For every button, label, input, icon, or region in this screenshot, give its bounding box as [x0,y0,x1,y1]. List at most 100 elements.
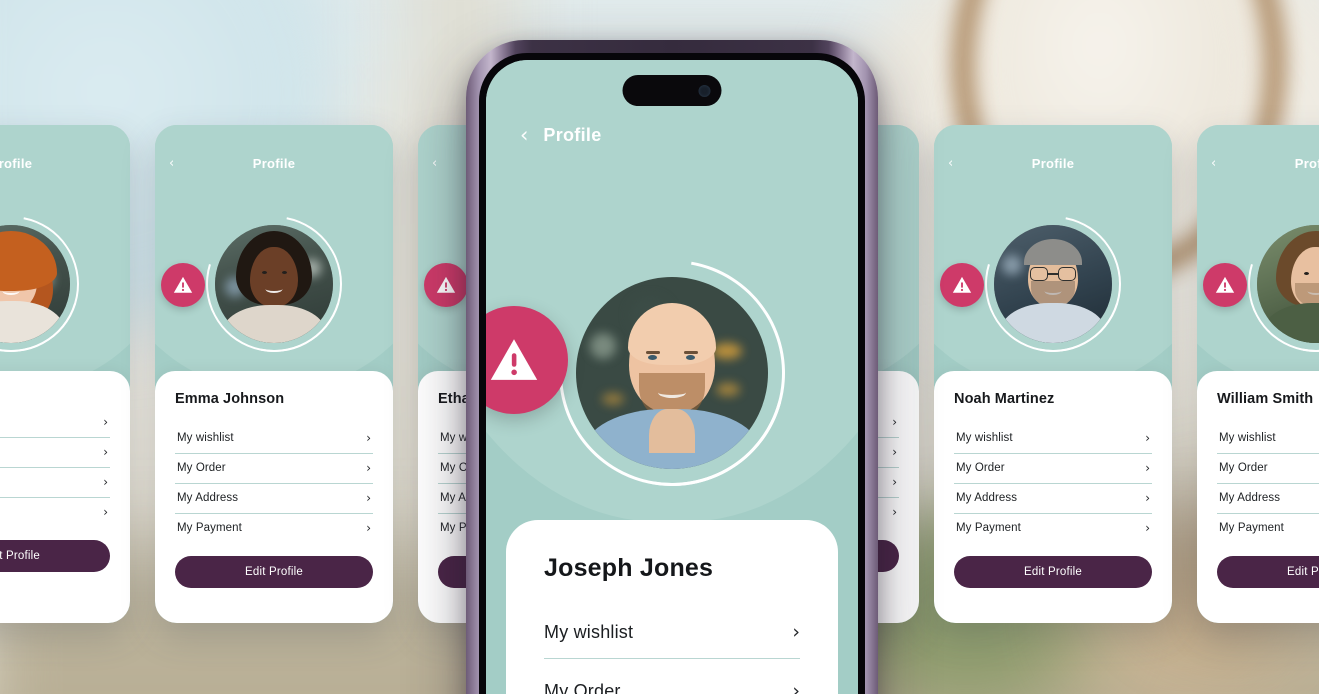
menu-label: My wishlist [1219,432,1276,444]
card-title: Profile [1294,155,1319,171]
profile-card[interactable]: ‹ Profile [1197,125,1319,623]
list-item[interactable]: My Address › [1217,484,1319,514]
menu-list: My wishlist › My Order › My Address › My… [1217,424,1319,543]
profile-name: William Smith [1217,391,1314,407]
chevron-right-icon: › [1145,461,1150,475]
card-nav-bar: ‹ Profile [0,143,130,183]
phone-mockup: ‹ Profile Joseph Jones My wishlist › My … [466,40,878,694]
list-item[interactable]: My wishlist › [1217,424,1319,454]
chevron-right-icon: › [792,621,800,643]
profile-name: Noah Martinez [954,391,1055,407]
chevron-right-icon: › [892,445,897,459]
menu-list: My wishlist › My Order › My Address › My… [0,408,110,527]
card-title: Profile [252,155,296,171]
chevron-right-icon: › [892,415,897,429]
menu-list: My wishlist › My Order › My Address › My… [954,424,1152,543]
list-item[interactable]: My wishlist › [544,616,800,659]
list-item[interactable]: My Payment › [175,514,373,543]
chevron-right-icon: › [792,680,800,694]
profile-card[interactable]: ‹ Profile [155,125,393,623]
menu-label: My Order [1219,462,1268,474]
edit-profile-button[interactable]: Edit Profile [1217,556,1319,588]
chevron-right-icon: › [103,475,108,489]
list-item[interactable]: My wishlist › [0,408,110,438]
list-item[interactable]: My Order › [954,454,1152,484]
avatar[interactable] [1221,189,1319,379]
menu-label: My Address [177,492,239,504]
avatar-photo [0,225,70,343]
list-item[interactable]: My Address › [954,484,1152,514]
menu-label: My wishlist [956,432,1013,444]
chevron-right-icon: › [103,505,108,519]
list-item[interactable]: My wishlist › [175,424,373,454]
list-item[interactable]: My wishlist › [954,424,1152,454]
card-info-panel: William Smith My wishlist › My Order › M… [1197,371,1319,623]
front-camera-icon [698,84,711,97]
card-info-panel: Noah Martinez My wishlist › My Order › M… [934,371,1172,623]
card-nav-bar: ‹ Profile [155,143,393,183]
chevron-right-icon: › [366,521,371,535]
menu-label: My wishlist [544,622,634,642]
list-item[interactable]: My Payment › [1217,514,1319,543]
card-title: Profile [0,155,33,171]
list-item[interactable]: My Payment › [0,498,110,527]
card-nav-bar: ‹ Profile [1197,143,1319,183]
profile-name: Emma Johnson [175,391,285,407]
phone-screen[interactable]: ‹ Profile Joseph Jones My wishlist › My … [486,60,858,694]
list-item[interactable]: My Order › [0,438,110,468]
list-item[interactable]: My Address › [175,484,373,514]
menu-label: My Payment [177,522,242,534]
avatar[interactable] [179,189,369,379]
avatar-photo [576,277,768,469]
phone-nav-bar: ‹ Profile [486,118,858,152]
avatar-photo [215,225,333,343]
avatar[interactable] [958,189,1148,379]
warning-triangle-icon [173,276,193,293]
edit-profile-button[interactable]: Edit Profile [0,540,110,572]
chevron-right-icon: › [1145,491,1150,505]
card-title: Profile [1031,155,1075,171]
card-nav-bar: ‹ Profile [934,143,1172,183]
menu-label: My Order [956,462,1005,474]
menu-label: My Address [956,492,1018,504]
menu-label: My Order [177,462,226,474]
list-item[interactable]: My Address › [0,468,110,498]
list-item[interactable]: My Payment › [954,514,1152,543]
menu-list: My wishlist › My Order › My Address › My… [175,424,373,543]
chevron-right-icon: › [1145,431,1150,445]
chevron-right-icon: › [892,475,897,489]
warning-triangle-icon [1215,276,1235,293]
list-item[interactable]: My Order › [1217,454,1319,484]
edit-profile-button[interactable]: Edit Profile [175,556,373,588]
warning-badge[interactable] [161,263,205,307]
avatar-photo [1257,225,1319,343]
profile-card[interactable]: ‹ Profile [0,125,130,623]
menu-label: My Order [544,681,621,694]
chevron-left-icon[interactable]: ‹ [520,124,528,146]
warning-badge[interactable] [940,263,984,307]
profile-card[interactable]: ‹ Profile [934,125,1172,623]
avatar[interactable] [514,215,830,531]
avatar-photo [994,225,1112,343]
chevron-right-icon: › [892,505,897,519]
warning-badge[interactable] [424,263,468,307]
dynamic-island [622,75,722,106]
chevron-right-icon: › [103,415,108,429]
warning-badge[interactable] [1203,263,1247,307]
profile-name: Joseph Jones [544,554,714,582]
warning-triangle-icon [490,339,538,380]
list-item[interactable]: My Order › [175,454,373,484]
menu-label: My Payment [956,522,1021,534]
list-item[interactable]: My Order › [544,659,800,694]
card-info-panel: Emma Johnson My wishlist › My Order › My… [155,371,393,623]
app-showcase-scene: ‹ Profile [0,0,1319,694]
menu-label: My wishlist [177,432,234,444]
avatar[interactable] [0,189,106,379]
menu-label: My Payment [1219,522,1284,534]
warning-triangle-icon [436,276,456,293]
chevron-right-icon: › [366,431,371,445]
edit-profile-button[interactable]: Edit Profile [954,556,1152,588]
chevron-right-icon: › [366,461,371,475]
phone-info-panel: Joseph Jones My wishlist › My Order › [506,520,838,694]
chevron-right-icon: › [366,491,371,505]
